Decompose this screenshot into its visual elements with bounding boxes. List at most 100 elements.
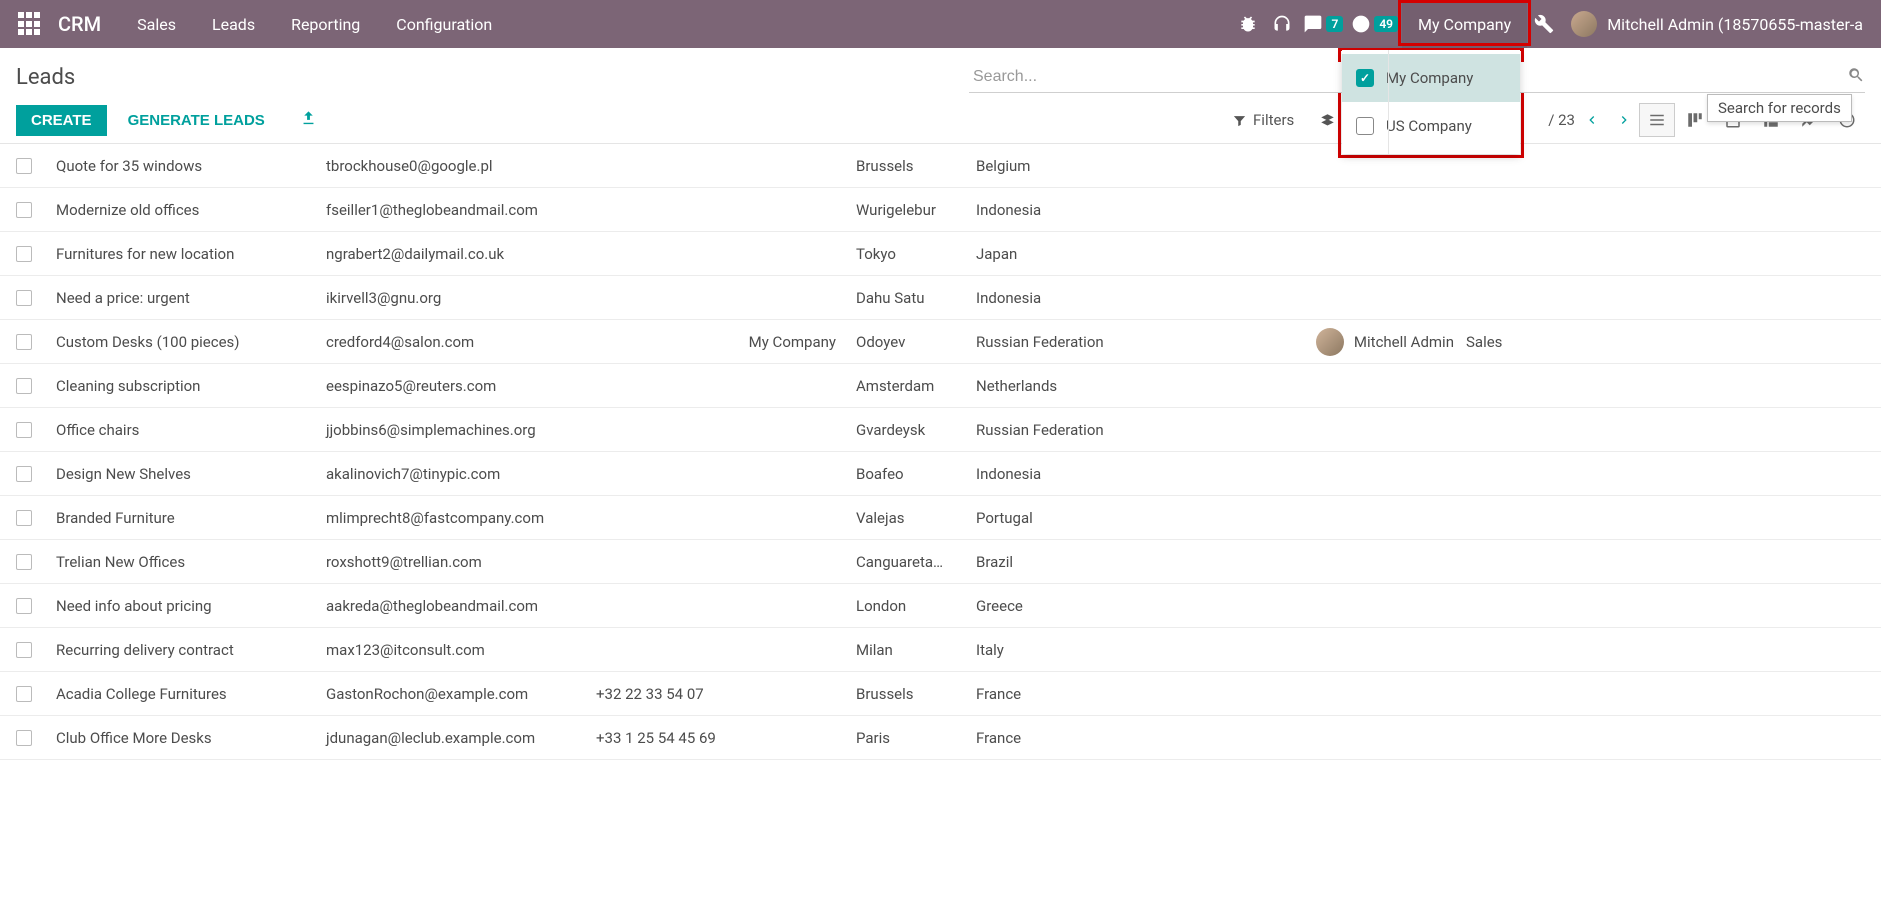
view-list[interactable] xyxy=(1639,103,1675,137)
cell-email: fseiller1@theglobeandmail.com xyxy=(320,201,590,219)
row-checkbox[interactable] xyxy=(16,246,32,262)
table-row[interactable]: Modernize old offices fseiller1@theglobe… xyxy=(0,188,1881,232)
table-row[interactable]: Need info about pricing aakreda@theglobe… xyxy=(0,584,1881,628)
user-name: Mitchell Admin (18570655-master-a xyxy=(1607,15,1863,34)
cell-country: Belgium xyxy=(970,157,1310,175)
cell-city: Wurigelebur xyxy=(850,201,970,219)
table-row[interactable]: Branded Furniture mlimprecht8@fastcompan… xyxy=(0,496,1881,540)
cell-phone: +32 22 33 54 07 xyxy=(590,685,730,703)
search-tooltip: Search for records xyxy=(1707,94,1852,122)
cell-lead-name: Recurring delivery contract xyxy=(50,641,320,659)
row-checkbox[interactable] xyxy=(16,334,32,350)
row-checkbox[interactable] xyxy=(16,202,32,218)
nav-reporting[interactable]: Reporting xyxy=(273,0,378,48)
row-checkbox[interactable] xyxy=(16,642,32,658)
cell-country: Indonesia xyxy=(970,465,1310,483)
messaging-badge: 7 xyxy=(1326,16,1343,32)
user-menu[interactable]: Mitchell Admin (18570655-master-a xyxy=(1561,11,1873,37)
row-checkbox[interactable] xyxy=(16,378,32,394)
cell-country: Brazil xyxy=(970,553,1310,571)
leads-table: Quote for 35 windows tbrockhouse0@google… xyxy=(0,144,1881,760)
table-row[interactable]: Trelian New Offices roxshott9@trellian.c… xyxy=(0,540,1881,584)
cell-lead-name: Trelian New Offices xyxy=(50,553,320,571)
cell-email: ikirvell3@gnu.org xyxy=(320,289,590,307)
cell-city: Brussels xyxy=(850,685,970,703)
row-checkbox[interactable] xyxy=(16,730,32,746)
cell-city: Boafeo xyxy=(850,465,970,483)
cell-country: France xyxy=(970,685,1310,703)
cell-city: London xyxy=(850,597,970,615)
cell-country: Russian Federation xyxy=(970,421,1310,439)
table-row[interactable]: Quote for 35 windows tbrockhouse0@google… xyxy=(0,144,1881,188)
salesperson-name: Mitchell Admin xyxy=(1354,333,1454,351)
company-checkbox-my[interactable] xyxy=(1356,69,1374,87)
row-checkbox[interactable] xyxy=(16,510,32,526)
apps-menu-icon[interactable] xyxy=(18,12,42,36)
table-row[interactable]: Cleaning subscription eespinazo5@reuters… xyxy=(0,364,1881,408)
company-selector[interactable]: My Company xyxy=(1402,0,1527,48)
cell-email: roxshott9@trellian.com xyxy=(320,553,590,571)
cell-company: My Company xyxy=(730,333,850,351)
cell-email: mlimprecht8@fastcompany.com xyxy=(320,509,590,527)
cell-city: Valejas xyxy=(850,509,970,527)
row-checkbox[interactable] xyxy=(16,422,32,438)
row-checkbox[interactable] xyxy=(16,158,32,174)
cell-country: Portugal xyxy=(970,509,1310,527)
debug-icon[interactable] xyxy=(1231,0,1265,48)
company-selector-label: My Company xyxy=(1418,15,1511,34)
company-option-my-company[interactable]: My Company xyxy=(1342,54,1520,102)
table-row[interactable]: Acadia College Furnitures GastonRochon@e… xyxy=(0,672,1881,716)
generate-leads-button[interactable]: GENERATE LEADS xyxy=(113,105,280,136)
salesperson-avatar-icon xyxy=(1316,328,1344,356)
pager-prev[interactable] xyxy=(1577,105,1607,135)
filters-button[interactable]: Filters xyxy=(1232,111,1294,129)
cell-email: akalinovich7@tinypic.com xyxy=(320,465,590,483)
cell-email: tbrockhouse0@google.pl xyxy=(320,157,590,175)
row-checkbox[interactable] xyxy=(16,598,32,614)
nav-leads[interactable]: Leads xyxy=(194,0,273,48)
cell-email: credford4@salon.com xyxy=(320,333,590,351)
row-checkbox[interactable] xyxy=(16,290,32,306)
cell-salesperson: Mitchell Admin xyxy=(1310,328,1460,356)
nav-configuration[interactable]: Configuration xyxy=(378,0,510,48)
studio-tools-icon[interactable] xyxy=(1527,0,1561,48)
table-row[interactable]: Club Office More Desks jdunagan@leclub.e… xyxy=(0,716,1881,760)
support-icon[interactable] xyxy=(1265,0,1299,48)
table-row[interactable]: Furnitures for new location ngrabert2@da… xyxy=(0,232,1881,276)
company-option-us-company[interactable]: US Company xyxy=(1342,102,1520,150)
company-checkbox-us[interactable] xyxy=(1356,117,1374,135)
pager-next[interactable] xyxy=(1609,105,1639,135)
table-row[interactable]: Office chairs jjobbins6@simplemachines.o… xyxy=(0,408,1881,452)
row-checkbox[interactable] xyxy=(16,554,32,570)
cell-lead-name: Branded Furniture xyxy=(50,509,320,527)
cell-country: Japan xyxy=(970,245,1310,263)
page-title: Leads xyxy=(16,65,75,90)
filters-label: Filters xyxy=(1253,111,1294,129)
pager-label: / 23 xyxy=(1548,111,1575,129)
messaging-button[interactable]: 7 xyxy=(1299,0,1347,48)
cell-city: Brussels xyxy=(850,157,970,175)
import-icon[interactable] xyxy=(300,110,317,131)
table-row[interactable]: Need a price: urgent ikirvell3@gnu.org D… xyxy=(0,276,1881,320)
nav-sales[interactable]: Sales xyxy=(119,0,194,48)
top-navbar: CRM Sales Leads Reporting Configuration … xyxy=(0,0,1881,48)
table-row[interactable]: Custom Desks (100 pieces) credford4@salo… xyxy=(0,320,1881,364)
table-row[interactable]: Recurring delivery contract max123@itcon… xyxy=(0,628,1881,672)
control-panel: Leads CREATE GENERATE LEADS Filters xyxy=(0,48,1881,144)
cell-email: jdunagan@leclub.example.com xyxy=(320,729,590,747)
app-brand[interactable]: CRM xyxy=(58,12,101,36)
cell-city: Gvardeysk xyxy=(850,421,970,439)
cell-country: Russian Federation xyxy=(970,333,1310,351)
cell-lead-name: Custom Desks (100 pieces) xyxy=(50,333,320,351)
row-checkbox[interactable] xyxy=(16,466,32,482)
search-icon[interactable] xyxy=(1847,66,1865,88)
cell-city: Amsterdam xyxy=(850,377,970,395)
table-row[interactable]: Design New Shelves akalinovich7@tinypic.… xyxy=(0,452,1881,496)
cell-country: Italy xyxy=(970,641,1310,659)
cell-phone: +33 1 25 54 45 69 xyxy=(590,729,730,747)
cell-city: Odoyev xyxy=(850,333,970,351)
row-checkbox[interactable] xyxy=(16,686,32,702)
create-button[interactable]: CREATE xyxy=(16,105,107,136)
cell-lead-name: Cleaning subscription xyxy=(50,377,320,395)
activity-button[interactable]: 49 xyxy=(1347,0,1402,48)
